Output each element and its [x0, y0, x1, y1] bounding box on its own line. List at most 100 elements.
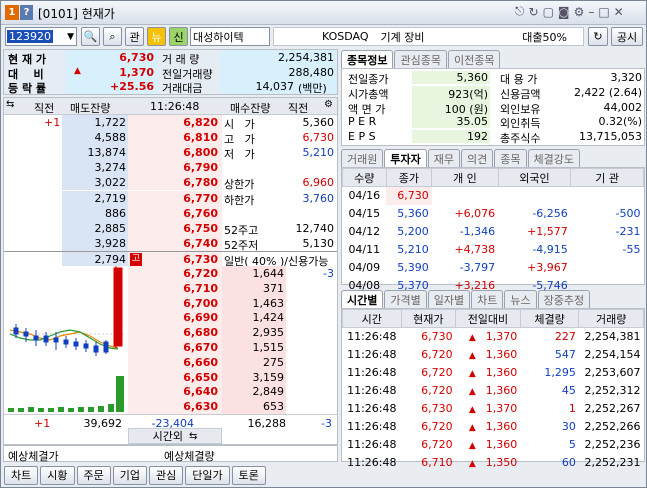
bid-quantity[interactable]: 1,463 — [222, 295, 286, 311]
bid-quantity[interactable]: 3,159 — [222, 369, 286, 385]
tick-row[interactable]: 11:26:48 6,720 ▲ 1,360 30 2,252,266 — [343, 418, 644, 436]
tick-row[interactable]: 11:26:48 6,720 ▲ 1,360 1,295 2,253,607 — [343, 364, 644, 382]
ticks-tab[interactable]: 일자별 — [427, 290, 471, 308]
ask-price[interactable]: 6,770 — [128, 190, 222, 206]
ticks-col-header[interactable]: 거래량 — [578, 309, 644, 328]
pin-icon[interactable]: ⎋ — [515, 4, 525, 19]
tick-row[interactable]: 11:26:48 6,730 ▲ 1,370 1 2,252,267 — [343, 400, 644, 418]
bottom-button[interactable]: 기업 — [112, 465, 147, 485]
scroll-left-icon[interactable]: ⇆ — [6, 99, 14, 110]
investor-row[interactable]: 04/11 5,210 +4,738 -4,915 -55 — [343, 241, 644, 259]
ticks-col-header[interactable]: 체결량 — [519, 309, 580, 328]
bid-price[interactable]: 6,720 — [128, 266, 222, 281]
investor-row[interactable]: 04/12 5,200 -1,346 +1,577 -231 — [343, 223, 644, 241]
ask-price[interactable]: 6,730 — [128, 251, 222, 267]
bid-price[interactable]: 6,630 — [128, 399, 222, 415]
stock-name-field[interactable]: 대성하이텍 — [190, 27, 270, 46]
ask-price[interactable]: 6,740 — [128, 235, 222, 251]
ask-quantity[interactable]: 3,274 — [62, 160, 128, 176]
bid-quantity[interactable]: 1,424 — [222, 310, 286, 326]
ask-price[interactable]: 6,800 — [128, 145, 222, 161]
ticks-col-header[interactable]: 현재가 — [400, 309, 457, 328]
favorite-button[interactable]: 뉴 — [147, 27, 166, 46]
camera-icon[interactable]: ◙ — [558, 5, 570, 19]
refresh-icon[interactable]: ↻ — [588, 27, 608, 46]
ask-price[interactable]: 6,790 — [128, 160, 222, 176]
bid-quantity[interactable]: 2,935 — [222, 325, 286, 341]
investor-tab[interactable]: 재무 — [427, 149, 460, 167]
bid-price[interactable]: 6,700 — [128, 295, 222, 311]
history-icon[interactable]: ⌕ — [103, 27, 122, 46]
after-hours-button[interactable]: 시간외 ⇆ — [128, 428, 222, 444]
ticks-tab[interactable]: 장중추정 — [537, 290, 591, 308]
ticks-tab[interactable]: 시간별 — [341, 290, 384, 308]
settings-icon[interactable]: ⚙ — [574, 5, 585, 19]
bottom-button[interactable]: 관심 — [149, 465, 184, 485]
bid-quantity[interactable]: 653 — [222, 399, 286, 415]
bid-price[interactable]: 6,690 — [128, 310, 222, 326]
bottom-button[interactable]: 주문 — [76, 465, 111, 485]
investor-tab[interactable]: 거래원 — [341, 149, 384, 167]
bid-quantity[interactable]: 1,515 — [222, 340, 286, 355]
bottom-button[interactable]: 토론 — [231, 465, 266, 485]
bid-price[interactable]: 6,710 — [128, 280, 222, 296]
minimize-icon[interactable]: – — [588, 5, 594, 19]
ask-quantity[interactable]: 2,719 — [62, 190, 128, 206]
ask-quantity[interactable]: 2,794 — [62, 251, 128, 267]
notice-button[interactable]: 공시 — [611, 27, 643, 46]
chevron-down-icon[interactable]: ▼ — [67, 32, 74, 42]
investor-col-header[interactable]: 수량 — [342, 168, 387, 187]
bid-price[interactable]: 6,660 — [128, 354, 222, 370]
ticks-col-header[interactable]: 전일대비 — [455, 309, 521, 328]
capture-icon[interactable]: ▢ — [543, 5, 554, 19]
info-tab[interactable]: 관심종목 — [394, 50, 447, 68]
investor-tab[interactable]: 의견 — [461, 149, 494, 167]
ticks-tab[interactable]: 뉴스 — [504, 290, 537, 308]
ask-quantity[interactable]: 886 — [62, 205, 128, 221]
bid-quantity[interactable]: 1,644 — [222, 266, 286, 281]
ask-quantity[interactable]: 3,928 — [62, 235, 128, 251]
info-tab[interactable]: 종목정보 — [341, 50, 394, 68]
bid-price[interactable]: 6,670 — [128, 340, 222, 355]
investor-tab[interactable]: 체결강도 — [527, 149, 580, 167]
close-icon[interactable]: ✕ — [614, 5, 624, 19]
bottom-button[interactable]: 시황 — [40, 465, 75, 485]
investor-row[interactable]: 04/15 5,360 +6,076 -6,256 -500 — [343, 205, 644, 223]
ask-quantity[interactable]: 3,022 — [62, 175, 128, 191]
info-tab[interactable]: 이전종목 — [447, 50, 501, 68]
swap-icon[interactable]: ⇆ — [189, 431, 197, 442]
tick-row[interactable]: 11:26:48 6,720 ▲ 1,360 45 2,252,312 — [343, 382, 644, 400]
ask-quantity[interactable]: 1,722 — [62, 115, 128, 130]
investor-row[interactable]: 04/16 6,730 — [343, 186, 644, 205]
investor-col-header[interactable]: 기 관 — [570, 168, 644, 187]
ticks-col-header[interactable]: 시간 — [342, 309, 402, 328]
bid-quantity[interactable]: 275 — [222, 354, 286, 370]
tick-row[interactable]: 11:26:48 6,710 ▲ 1,350 60 2,252,231 — [343, 454, 644, 472]
ask-quantity[interactable]: 2,885 — [62, 220, 128, 236]
bid-quantity[interactable]: 2,849 — [222, 384, 286, 400]
ticks-tab[interactable]: 가격별 — [384, 290, 427, 308]
investor-row[interactable]: 04/09 5,390 -3,797 +3,967 — [343, 259, 644, 277]
bottom-button[interactable]: 차트 — [4, 465, 39, 485]
ask-price[interactable]: 6,780 — [128, 175, 222, 191]
ask-price[interactable]: 6,760 — [128, 205, 222, 221]
bid-price[interactable]: 6,640 — [128, 384, 222, 400]
ask-price[interactable]: 6,820 — [128, 115, 222, 130]
investor-col-header[interactable]: 개 인 — [431, 168, 499, 187]
ask-price[interactable]: 6,810 — [128, 130, 222, 146]
ticks-tab[interactable]: 차트 — [471, 290, 504, 308]
tick-row[interactable]: 11:26:48 6,730 ▲ 1,370 227 2,254,381 — [343, 328, 644, 346]
settings-icon[interactable]: ⚙ — [324, 99, 333, 110]
bottom-button[interactable]: 단일가 — [185, 465, 230, 485]
ask-quantity[interactable]: 13,874 — [62, 145, 128, 161]
bid-price[interactable]: 6,650 — [128, 369, 222, 385]
maximize-icon[interactable]: □ — [598, 5, 609, 19]
investor-col-header[interactable]: 종가 — [385, 168, 433, 187]
ask-quantity[interactable]: 4,588 — [62, 130, 128, 146]
related-button[interactable]: 관 — [125, 27, 144, 46]
investor-tab[interactable]: 투자자 — [384, 149, 427, 167]
tick-row[interactable]: 11:26:48 6,720 ▲ 1,360 5 2,252,236 — [343, 436, 644, 454]
help-badge[interactable]: ? — [20, 5, 33, 20]
bid-quantity[interactable]: 371 — [222, 280, 286, 296]
search-icon[interactable]: 🔍 — [81, 27, 100, 46]
